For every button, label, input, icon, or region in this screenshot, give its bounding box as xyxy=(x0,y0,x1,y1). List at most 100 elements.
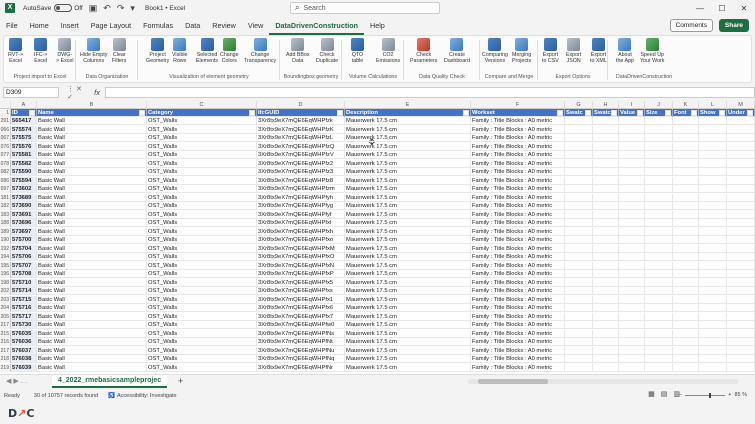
tab-formulas[interactable]: Formulas xyxy=(137,17,179,35)
table-cell[interactable] xyxy=(727,193,755,202)
table-cell[interactable] xyxy=(699,117,727,125)
table-cell[interactable]: 573696 xyxy=(11,219,37,227)
row-number[interactable]: 067 xyxy=(0,134,11,142)
table-cell[interactable]: OST_Walls xyxy=(147,142,257,151)
table-cell[interactable] xyxy=(565,168,593,176)
table-cell[interactable] xyxy=(673,125,699,134)
table-cell[interactable] xyxy=(673,159,699,168)
ribbon-button-create-dashboard[interactable]: Create Dashboard xyxy=(444,38,470,64)
table-cell[interactable] xyxy=(619,253,645,261)
autosave-toggle[interactable] xyxy=(54,4,73,12)
table-cell[interactable]: Basic Wall xyxy=(37,210,147,219)
maximize-icon[interactable]: ☐ xyxy=(711,0,733,16)
ribbon-button-merging-projects[interactable]: Merging Projects xyxy=(512,38,531,64)
table-cell[interactable] xyxy=(619,236,645,244)
table-cell[interactable] xyxy=(593,278,619,287)
table-cell[interactable]: OST_Walls xyxy=(147,363,257,372)
table-cell[interactable] xyxy=(645,227,673,236)
column-header[interactable]: B xyxy=(37,101,147,109)
table-cell[interactable] xyxy=(727,261,755,270)
table-cell[interactable]: Basic Wall xyxy=(37,219,147,227)
table-cell[interactable]: Mauerwerk 17.5 cm xyxy=(345,312,471,321)
table-cell[interactable] xyxy=(619,168,645,176)
table-cell[interactable]: 575594 xyxy=(11,176,37,185)
table-cell[interactable]: Family : Title Blocks : A0 metric xyxy=(471,287,565,295)
table-cell[interactable] xyxy=(593,321,619,329)
table-cell[interactable] xyxy=(593,253,619,261)
table-cell[interactable]: 575708 xyxy=(11,270,37,278)
table-cell[interactable] xyxy=(645,176,673,185)
table-cell[interactable]: 3Xr8tx9eX7mQE6EqWHPfxi xyxy=(257,219,345,227)
table-cell[interactable] xyxy=(727,202,755,210)
table-cell[interactable]: Basic Wall xyxy=(37,287,147,295)
table-cell[interactable]: OST_Walls xyxy=(147,338,257,346)
table-cell[interactable]: Basic Wall xyxy=(37,117,147,125)
table-cell[interactable]: Family : Title Blocks : A0 metric xyxy=(471,329,565,338)
table-header-cell[interactable]: Category xyxy=(147,109,257,117)
row-number[interactable]: 066 xyxy=(0,125,11,134)
table-cell[interactable] xyxy=(673,227,699,236)
ribbon-button-comparing-versions[interactable]: Comparing Versions xyxy=(482,38,508,64)
filter-dropdown-icon[interactable] xyxy=(337,110,343,116)
column-header[interactable]: A xyxy=(11,101,37,109)
table-cell[interactable]: Family : Title Blocks : A0 metric xyxy=(471,363,565,372)
row-number[interactable]: 076 xyxy=(0,142,11,151)
table-cell[interactable]: OST_Walls xyxy=(147,193,257,202)
table-cell[interactable]: Basic Wall xyxy=(37,338,147,346)
row-number[interactable]: 097 xyxy=(0,185,11,193)
table-cell[interactable] xyxy=(593,210,619,219)
table-cell[interactable] xyxy=(565,125,593,134)
table-cell[interactable]: Family : Title Blocks : A0 metric xyxy=(471,261,565,270)
table-cell[interactable]: Basic Wall xyxy=(37,321,147,329)
table-cell[interactable] xyxy=(699,253,727,261)
table-cell[interactable] xyxy=(565,346,593,355)
table-cell[interactable]: Basic Wall xyxy=(37,125,147,134)
table-cell[interactable] xyxy=(645,312,673,321)
table-cell[interactable] xyxy=(673,210,699,219)
accessibility-icon[interactable]: ♿ xyxy=(108,393,115,399)
row-number[interactable]: 086 xyxy=(0,176,11,185)
add-sheet-icon[interactable]: + xyxy=(178,376,183,386)
filter-dropdown-icon[interactable] xyxy=(691,110,697,116)
table-cell[interactable] xyxy=(565,363,593,372)
table-cell[interactable] xyxy=(673,244,699,253)
table-cell[interactable] xyxy=(619,321,645,329)
table-cell[interactable] xyxy=(593,134,619,142)
column-header[interactable]: J xyxy=(645,101,673,109)
table-cell[interactable] xyxy=(699,363,727,372)
table-cell[interactable]: OST_Walls xyxy=(147,134,257,142)
table-cell[interactable] xyxy=(673,236,699,244)
table-cell[interactable]: 3Xr8tx9eX7mQE6EqWHPfzK xyxy=(257,125,345,134)
table-cell[interactable] xyxy=(619,329,645,338)
table-cell[interactable] xyxy=(673,312,699,321)
table-cell[interactable]: 3Xr8tx9eX7mQE6EqWHPfyg xyxy=(257,202,345,210)
table-cell[interactable]: Mauerwerk 17.5 cm xyxy=(345,151,471,159)
table-cell[interactable]: Mauerwerk 17.5 cm xyxy=(345,210,471,219)
table-cell[interactable]: 575714 xyxy=(11,287,37,295)
table-header-cell[interactable]: IfcGUID xyxy=(257,109,345,117)
table-cell[interactable]: Family : Title Blocks : A0 metric xyxy=(471,312,565,321)
table-cell[interactable]: Basic Wall xyxy=(37,176,147,185)
table-cell[interactable]: Mauerwerk 17.5 cm xyxy=(345,193,471,202)
table-cell[interactable]: OST_Walls xyxy=(147,355,257,363)
redo-icon[interactable]: ↷ xyxy=(117,3,125,14)
table-cell[interactable]: Family : Title Blocks : A0 metric xyxy=(471,176,565,185)
table-cell[interactable] xyxy=(593,185,619,193)
table-cell[interactable] xyxy=(727,312,755,321)
table-cell[interactable] xyxy=(673,151,699,159)
table-cell[interactable]: 575576 xyxy=(11,142,37,151)
tab-home[interactable]: Home xyxy=(24,17,55,35)
table-cell[interactable]: OST_Walls xyxy=(147,210,257,219)
zoom-in-icon[interactable]: + xyxy=(728,392,731,398)
table-cell[interactable]: 575706 xyxy=(11,253,37,261)
table-cell[interactable] xyxy=(699,346,727,355)
table-cell[interactable]: 575715 xyxy=(11,295,37,304)
table-cell[interactable] xyxy=(673,346,699,355)
row-number[interactable]: 077 xyxy=(0,151,11,159)
table-cell[interactable] xyxy=(565,236,593,244)
table-cell[interactable]: OST_Walls xyxy=(147,312,257,321)
row-number[interactable]: 204 xyxy=(0,304,11,312)
table-cell[interactable]: Mauerwerk 17.5 cm xyxy=(345,355,471,363)
table-cell[interactable] xyxy=(645,287,673,295)
table-cell[interactable]: OST_Walls xyxy=(147,278,257,287)
